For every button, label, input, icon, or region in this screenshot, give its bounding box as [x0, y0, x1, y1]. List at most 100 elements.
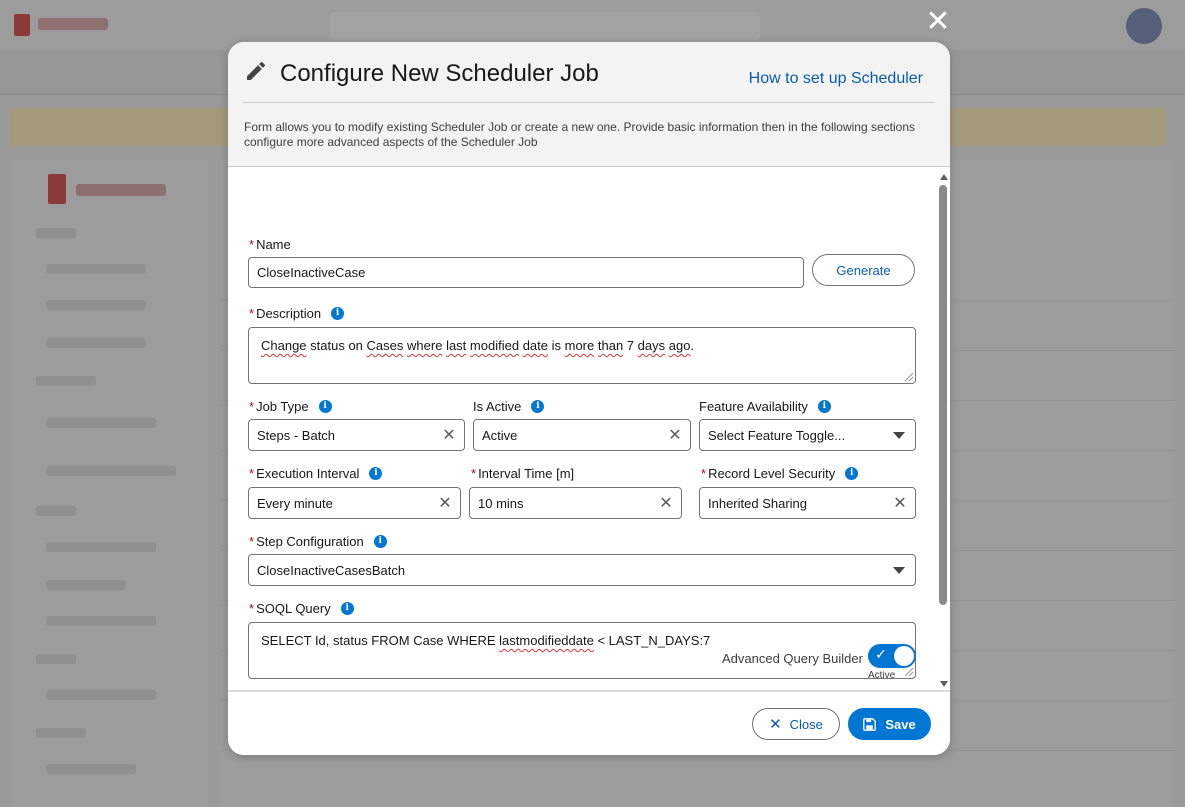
description-word: Cases — [366, 338, 404, 353]
info-icon[interactable]: i — [369, 467, 383, 480]
interval-time-label: * Interval Time [m] — [471, 466, 574, 481]
bg-sidebar-logo — [48, 172, 168, 206]
soql-query-value: SELECT Id, status FROM Case WHERE — [261, 633, 500, 648]
save-button-label: Save — [885, 716, 916, 732]
info-icon[interactable]: i — [318, 400, 332, 413]
name-label: * Name — [249, 237, 291, 252]
advanced-query-builder-label: Advanced Query Builder — [722, 651, 863, 666]
modal-footer: ✕ Close Save — [228, 690, 950, 755]
chevron-down-icon[interactable] — [893, 566, 905, 574]
execution-interval-label-text: Execution Interval — [256, 466, 360, 481]
save-icon — [863, 717, 877, 731]
info-icon[interactable]: i — [340, 602, 354, 615]
description-word: 7 — [623, 338, 638, 353]
info-icon[interactable]: i — [373, 535, 387, 548]
clear-icon[interactable]: ✕ — [438, 495, 452, 511]
required-mark: * — [701, 466, 707, 481]
is-active-label-text: Is Active — [473, 399, 522, 414]
soql-query-label-text: SOQL Query — [256, 601, 331, 616]
description-word: where — [407, 338, 443, 353]
info-icon[interactable]: i — [531, 400, 545, 413]
step-configuration-value: CloseInactiveCasesBatch — [257, 562, 406, 578]
bg-sidebar — [10, 160, 210, 807]
required-mark: * — [249, 399, 255, 414]
name-value: CloseInactiveCase — [257, 265, 366, 280]
record-level-security-combobox[interactable]: Inherited Sharing ✕ — [699, 487, 916, 519]
description-word: date — [522, 338, 548, 353]
description-textarea[interactable]: Change status on Cases where last modifi… — [248, 327, 916, 384]
advanced-query-builder-toggle[interactable]: ✓ — [868, 644, 916, 668]
description-word: last — [446, 338, 467, 353]
interval-time-combobox[interactable]: 10 mins ✕ — [469, 487, 682, 519]
description-word: modified — [469, 338, 520, 353]
required-mark: * — [249, 466, 255, 481]
execution-interval-combobox[interactable]: Every minute ✕ — [248, 487, 461, 519]
step-configuration-select[interactable]: CloseInactiveCasesBatch — [248, 554, 916, 586]
required-mark: * — [471, 466, 477, 481]
clear-icon[interactable]: ✕ — [442, 427, 456, 443]
soql-query-value-misspelled: lastmodifieddate — [499, 633, 594, 648]
description-word: ago — [668, 338, 691, 353]
soql-query-label: * SOQL Query i — [249, 601, 354, 616]
description-word: Change — [261, 338, 307, 353]
scroll-down-icon[interactable] — [940, 681, 948, 687]
modal-title: Configure New Scheduler Job — [280, 60, 599, 87]
pencil-icon — [247, 61, 266, 80]
modal-description: Form allows you to modify existing Sched… — [244, 120, 916, 149]
description-word: days — [637, 338, 666, 353]
help-link[interactable]: How to set up Scheduler — [749, 70, 923, 88]
check-icon: ✓ — [875, 647, 887, 663]
feature-toggle-select[interactable]: Select Feature Toggle... — [699, 419, 916, 451]
job-type-combobox[interactable]: Steps - Batch ✕ — [248, 419, 465, 451]
bg-logo — [14, 12, 114, 38]
execution-interval-label: * Execution Interval i — [249, 466, 383, 481]
clear-icon[interactable]: ✕ — [893, 495, 907, 511]
is-active-combobox[interactable]: Active ✕ — [473, 419, 691, 451]
modal-header: Configure New Scheduler Job How to set u… — [228, 42, 950, 167]
description-word: more — [564, 338, 595, 353]
close-button-label: Close — [789, 716, 823, 732]
name-input[interactable]: CloseInactiveCase — [248, 257, 804, 288]
scroll-thumb[interactable] — [939, 185, 947, 605]
info-icon[interactable]: i — [331, 307, 345, 320]
generate-button[interactable]: Generate — [812, 254, 915, 286]
close-button[interactable]: ✕ Close — [752, 708, 840, 740]
name-label-text: Name — [256, 237, 291, 252]
save-button[interactable]: Save — [848, 708, 931, 740]
description-word: status on — [306, 338, 367, 353]
scroll-up-icon[interactable] — [940, 174, 948, 180]
required-mark: * — [249, 237, 255, 252]
record-level-security-label-text: Record Level Security — [708, 466, 836, 481]
required-mark: * — [249, 534, 255, 549]
job-type-value: Steps - Batch — [257, 427, 336, 443]
close-icon: ✕ — [769, 715, 782, 733]
chevron-down-icon[interactable] — [893, 431, 905, 439]
clear-icon[interactable]: ✕ — [659, 495, 673, 511]
avatar — [1126, 8, 1162, 44]
scheduler-job-modal: Configure New Scheduler Job How to set u… — [228, 42, 950, 755]
is-active-value: Active — [482, 427, 518, 443]
toggle-state-text: Active — [868, 670, 896, 681]
interval-time-label-text: Interval Time [m] — [478, 466, 575, 481]
toggle-knob — [894, 646, 914, 666]
resize-handle[interactable] — [905, 668, 913, 676]
feature-availability-label: Feature Availability i — [699, 399, 831, 414]
interval-time-value: 10 mins — [478, 495, 524, 511]
divider — [243, 102, 935, 103]
description-word: is — [548, 338, 565, 353]
step-configuration-label-text: Step Configuration — [256, 534, 364, 549]
description-label-text: Description — [256, 306, 322, 321]
resize-handle[interactable] — [905, 373, 913, 381]
clear-icon[interactable]: ✕ — [668, 427, 682, 443]
job-type-label: * Job Type i — [249, 399, 332, 414]
modal-scrollbar[interactable] — [938, 172, 950, 689]
close-icon[interactable]: ✕ — [922, 6, 954, 38]
feature-availability-label-text: Feature Availability — [699, 399, 808, 414]
required-mark: * — [249, 601, 255, 616]
description-label: * Description i — [249, 306, 345, 321]
required-mark: * — [249, 306, 255, 321]
record-level-security-label: * Record Level Security i — [701, 466, 859, 481]
info-icon[interactable]: i — [817, 400, 831, 413]
record-level-security-value: Inherited Sharing — [708, 495, 808, 511]
info-icon[interactable]: i — [845, 467, 859, 480]
